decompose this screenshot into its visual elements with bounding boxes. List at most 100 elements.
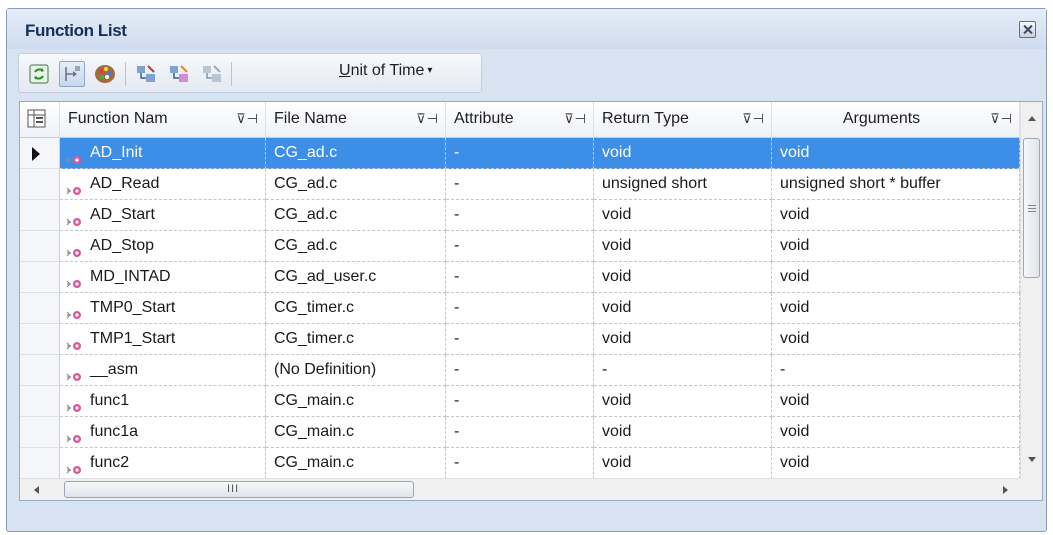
cell-args[interactable]: void <box>772 138 1020 169</box>
horizontal-scroll-thumb[interactable]: III <box>64 481 414 498</box>
cell-attr[interactable]: - <box>446 355 594 386</box>
cell-ret[interactable]: void <box>594 293 772 324</box>
scroll-up-icon[interactable] <box>1028 116 1036 121</box>
cell-file[interactable]: CG_ad_user.c <box>266 262 446 293</box>
vertical-scroll-thumb[interactable] <box>1023 138 1040 278</box>
cell-args[interactable]: void <box>772 262 1020 293</box>
cell-attr[interactable]: - <box>446 448 594 479</box>
cell-function-name[interactable]: AD_Start <box>60 200 266 231</box>
cell-attr[interactable]: - <box>446 138 594 169</box>
scroll-right-icon[interactable] <box>1003 486 1008 494</box>
coverage-add-icon[interactable] <box>166 61 192 87</box>
cell-function-name[interactable]: TMP1_Start <box>60 324 266 355</box>
row-header[interactable] <box>20 200 60 231</box>
cell-file[interactable]: CG_main.c <box>266 417 446 448</box>
table-row[interactable]: AD_Init CG_ad.c - void void <box>20 138 1020 169</box>
cell-args[interactable]: void <box>772 448 1020 479</box>
filter-pin-icon[interactable]: ⊽⊣ <box>564 102 587 136</box>
cell-ret[interactable]: void <box>594 262 772 293</box>
coverage-icon[interactable] <box>133 61 159 87</box>
cell-function-name[interactable]: TMP0_Start <box>60 293 266 324</box>
row-header[interactable] <box>20 169 60 200</box>
cell-file[interactable]: CG_ad.c <box>266 138 446 169</box>
jump-to-source-icon[interactable] <box>59 61 85 87</box>
cell-args[interactable]: void <box>772 324 1020 355</box>
cell-function-name[interactable]: __asm <box>60 355 266 386</box>
cell-ret[interactable]: void <box>594 138 772 169</box>
row-header[interactable] <box>20 417 60 448</box>
table-row[interactable]: MD_INTAD CG_ad_user.c - void void <box>20 262 1020 293</box>
cell-attr[interactable]: - <box>446 324 594 355</box>
row-header[interactable] <box>20 324 60 355</box>
table-row[interactable]: AD_Stop CG_ad.c - void void <box>20 231 1020 262</box>
horizontal-scrollbar[interactable]: III <box>20 478 1022 500</box>
cell-function-name[interactable]: AD_Stop <box>60 231 266 262</box>
cell-args[interactable]: - <box>772 355 1020 386</box>
unit-of-time-dropdown[interactable]: Unit of Time ▾ <box>339 62 432 86</box>
table-row[interactable]: func2 CG_main.c - void void <box>20 448 1020 479</box>
row-header[interactable] <box>20 448 60 479</box>
column-header-file-name[interactable]: File Name ⊽⊣ <box>266 102 446 138</box>
cell-ret[interactable]: void <box>594 448 772 479</box>
color-palette-icon[interactable] <box>92 61 118 87</box>
filter-pin-icon[interactable]: ⊽⊣ <box>990 102 1013 136</box>
cell-file[interactable]: (No Definition) <box>266 355 446 386</box>
cell-attr[interactable]: - <box>446 200 594 231</box>
vertical-scrollbar[interactable] <box>1020 102 1042 478</box>
filter-pin-icon[interactable]: ⊽⊣ <box>742 102 765 136</box>
table-row[interactable]: __asm (No Definition) - - - <box>20 355 1020 386</box>
cell-attr[interactable]: - <box>446 169 594 200</box>
table-row[interactable]: TMP1_Start CG_timer.c - void void <box>20 324 1020 355</box>
cell-ret[interactable]: unsigned short <box>594 169 772 200</box>
cell-args[interactable]: void <box>772 386 1020 417</box>
cell-function-name[interactable]: AD_Init <box>60 138 266 169</box>
column-header-arguments[interactable]: Arguments ⊽⊣ <box>772 102 1020 138</box>
scroll-left-icon[interactable] <box>34 486 39 494</box>
table-row[interactable]: TMP0_Start CG_timer.c - void void <box>20 293 1020 324</box>
cell-file[interactable]: CG_main.c <box>266 386 446 417</box>
cell-file[interactable]: CG_timer.c <box>266 293 446 324</box>
cell-file[interactable]: CG_ad.c <box>266 169 446 200</box>
cell-function-name[interactable]: func2 <box>60 448 266 479</box>
table-row[interactable]: AD_Start CG_ad.c - void void <box>20 200 1020 231</box>
cell-attr[interactable]: - <box>446 417 594 448</box>
close-icon[interactable] <box>1019 21 1036 38</box>
cell-function-name[interactable]: func1 <box>60 386 266 417</box>
cell-attr[interactable]: - <box>446 293 594 324</box>
cell-function-name[interactable]: func1a <box>60 417 266 448</box>
cell-file[interactable]: CG_timer.c <box>266 324 446 355</box>
refresh-icon[interactable] <box>26 61 52 87</box>
cell-file[interactable]: CG_ad.c <box>266 231 446 262</box>
row-header[interactable] <box>20 355 60 386</box>
cell-args[interactable]: unsigned short * buffer <box>772 169 1020 200</box>
cell-attr[interactable]: - <box>446 262 594 293</box>
row-header[interactable] <box>20 231 60 262</box>
cell-ret[interactable]: void <box>594 417 772 448</box>
coverage-clear-icon[interactable] <box>199 61 225 87</box>
cell-ret[interactable]: - <box>594 355 772 386</box>
cell-function-name[interactable]: AD_Read <box>60 169 266 200</box>
column-chooser-button[interactable] <box>20 102 60 138</box>
row-header[interactable] <box>20 386 60 417</box>
cell-attr[interactable]: - <box>446 231 594 262</box>
cell-file[interactable]: CG_ad.c <box>266 200 446 231</box>
table-row[interactable]: func1 CG_main.c - void void <box>20 386 1020 417</box>
filter-pin-icon[interactable]: ⊽⊣ <box>416 102 439 136</box>
cell-ret[interactable]: void <box>594 386 772 417</box>
column-header-function-name[interactable]: Function Nam ⊽⊣ <box>60 102 266 138</box>
cell-args[interactable]: void <box>772 293 1020 324</box>
cell-attr[interactable]: - <box>446 386 594 417</box>
cell-ret[interactable]: void <box>594 231 772 262</box>
cell-args[interactable]: void <box>772 417 1020 448</box>
row-header[interactable] <box>20 293 60 324</box>
cell-ret[interactable]: void <box>594 200 772 231</box>
filter-pin-icon[interactable]: ⊽⊣ <box>236 102 259 136</box>
row-header[interactable] <box>20 262 60 293</box>
cell-args[interactable]: void <box>772 231 1020 262</box>
row-header[interactable] <box>20 138 60 169</box>
table-row[interactable]: func1a CG_main.c - void void <box>20 417 1020 448</box>
cell-args[interactable]: void <box>772 200 1020 231</box>
scroll-down-icon[interactable] <box>1028 457 1036 462</box>
column-header-return-type[interactable]: Return Type ⊽⊣ <box>594 102 772 138</box>
cell-file[interactable]: CG_main.c <box>266 448 446 479</box>
